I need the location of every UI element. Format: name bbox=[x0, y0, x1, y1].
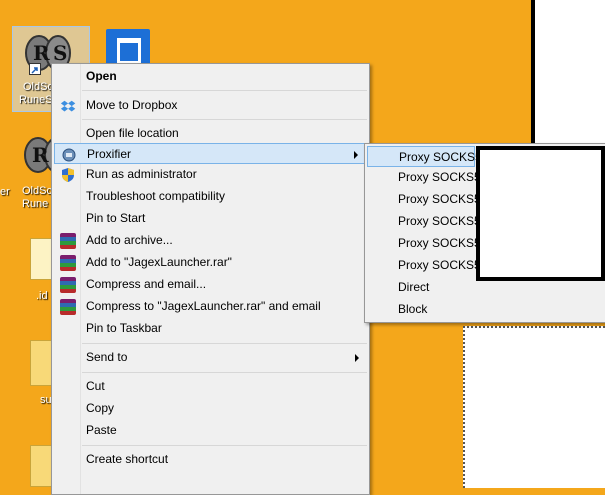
menu-item-add-to-rar[interactable]: Add to "JagexLauncher.rar" bbox=[54, 252, 367, 273]
submenu-arrow-icon bbox=[355, 354, 359, 362]
menu-item-label: Compress to "JagexLauncher.rar" and emai… bbox=[86, 299, 321, 313]
folder-icon bbox=[30, 340, 52, 386]
redaction-box bbox=[476, 146, 605, 281]
submenu-item-block[interactable]: Block bbox=[367, 299, 475, 320]
desktop-icon-label: su bbox=[40, 394, 52, 406]
menu-item-label: Cut bbox=[86, 379, 105, 393]
submenu-item-proxy-socks5-3[interactable]: Proxy SOCKS5 bbox=[367, 189, 481, 210]
dropbox-icon bbox=[60, 98, 76, 114]
submenu-item-label: Proxy SOCKS5 bbox=[399, 150, 482, 164]
shield-icon bbox=[60, 167, 76, 183]
menu-item-compress-to-rar-and-email[interactable]: Compress to "JagexLauncher.rar" and emai… bbox=[54, 296, 367, 317]
svg-text:R: R bbox=[32, 143, 49, 167]
menu-item-label: Paste bbox=[86, 423, 117, 437]
menu-item-add-to-archive[interactable]: Add to archive... bbox=[54, 230, 367, 251]
menu-item-pin-to-taskbar[interactable]: Pin to Taskbar bbox=[54, 318, 367, 339]
menu-item-label: Add to archive... bbox=[86, 233, 173, 247]
desktop-icon-label: .id bbox=[36, 290, 48, 302]
desktop-icon-label: RuneS bbox=[19, 94, 53, 106]
svg-text:S: S bbox=[53, 41, 67, 65]
menu-item-label: Create shortcut bbox=[86, 452, 169, 466]
menu-item-label: Open bbox=[86, 69, 117, 83]
menu-separator bbox=[82, 343, 367, 344]
menu-item-label: Add to "JagexLauncher.rar" bbox=[86, 255, 232, 269]
svg-text:R: R bbox=[33, 41, 50, 65]
proxifier-icon bbox=[61, 147, 77, 163]
submenu-arrow-icon bbox=[354, 151, 358, 159]
white-panel-bottom bbox=[463, 326, 605, 488]
menu-separator bbox=[82, 90, 367, 91]
submenu-item-label: Direct bbox=[398, 280, 430, 294]
menu-item-cut[interactable]: Cut bbox=[54, 376, 367, 397]
menu-item-send-to[interactable]: Send to bbox=[54, 347, 367, 368]
menu-item-label: Copy bbox=[86, 401, 115, 415]
submenu-item-proxy-socks5-4[interactable]: Proxy SOCKS5 bbox=[367, 211, 481, 232]
menu-item-run-as-administrator[interactable]: Run as administrator bbox=[54, 164, 367, 185]
menu-item-label: Run as administrator bbox=[86, 167, 197, 181]
menu-item-open[interactable]: Open bbox=[54, 66, 367, 87]
menu-item-pin-to-start[interactable]: Pin to Start bbox=[54, 208, 367, 229]
menu-item-proxifier[interactable]: Proxifier bbox=[54, 143, 367, 164]
submenu-item-proxy-socks5-1[interactable]: Proxy SOCKS5 bbox=[367, 146, 482, 167]
desktop-icon-label: Rune bbox=[22, 198, 49, 210]
submenu-item-label: Proxy SOCKS5 bbox=[398, 170, 481, 184]
folder-icon bbox=[30, 445, 52, 487]
winrar-icon bbox=[60, 299, 76, 315]
desktop-icon-file[interactable]: .id bbox=[30, 238, 52, 302]
menu-item-label: Proxifier bbox=[87, 147, 132, 161]
menu-item-compress-and-email[interactable]: Compress and email... bbox=[54, 274, 367, 295]
desktop-icon-label: OldSc bbox=[22, 185, 52, 197]
submenu-item-label: Proxy SOCKS5 bbox=[398, 192, 481, 206]
submenu-item-direct[interactable]: Direct bbox=[367, 277, 475, 298]
menu-item-paste[interactable]: Paste bbox=[54, 420, 367, 441]
app-logo-icon bbox=[117, 38, 141, 64]
winrar-icon bbox=[60, 233, 76, 249]
menu-item-label: Move to Dropbox bbox=[86, 98, 178, 112]
submenu-item-proxy-socks5-6[interactable]: Proxy SOCKS5 bbox=[367, 255, 481, 276]
submenu-item-label: Proxy SOCKS5 bbox=[398, 258, 481, 272]
shortcut-arrow-icon bbox=[29, 63, 41, 75]
menu-item-create-shortcut[interactable]: Create shortcut bbox=[54, 449, 367, 470]
winrar-icon bbox=[60, 255, 76, 271]
menu-separator bbox=[82, 445, 367, 446]
menu-item-copy[interactable]: Copy bbox=[54, 398, 367, 419]
menu-item-label: Troubleshoot compatibility bbox=[86, 189, 225, 203]
winrar-icon bbox=[60, 277, 76, 293]
desktop-icon-label: OldSc bbox=[23, 81, 53, 93]
menu-item-label: Open file location bbox=[86, 126, 179, 140]
submenu-item-proxy-socks5-2[interactable]: Proxy SOCKS5 bbox=[367, 167, 481, 188]
context-menu: Open Move to Dropbox Open file location … bbox=[51, 63, 370, 495]
submenu-item-label: Proxy SOCKS5 bbox=[398, 214, 481, 228]
submenu-item-proxy-socks5-5[interactable]: Proxy SOCKS5 bbox=[367, 233, 481, 254]
desktop-edge-label: er bbox=[0, 186, 10, 198]
desktop-icon-folder[interactable]: su bbox=[30, 340, 52, 410]
menu-item-label: Compress and email... bbox=[86, 277, 207, 291]
submenu-item-label: Proxy SOCKS5 bbox=[398, 236, 481, 250]
file-icon bbox=[30, 238, 52, 280]
black-frame-top bbox=[531, 0, 605, 148]
menu-separator bbox=[82, 372, 367, 373]
menu-item-label: Pin to Start bbox=[86, 211, 146, 225]
menu-item-label: Pin to Taskbar bbox=[86, 321, 162, 335]
menu-item-move-to-dropbox[interactable]: Move to Dropbox bbox=[54, 95, 367, 116]
menu-item-label: Send to bbox=[86, 350, 128, 364]
menu-separator bbox=[82, 119, 367, 120]
menu-item-troubleshoot-compatibility[interactable]: Troubleshoot compatibility bbox=[54, 186, 367, 207]
submenu-item-label: Block bbox=[398, 302, 428, 316]
menu-item-open-file-location[interactable]: Open file location bbox=[54, 123, 367, 144]
